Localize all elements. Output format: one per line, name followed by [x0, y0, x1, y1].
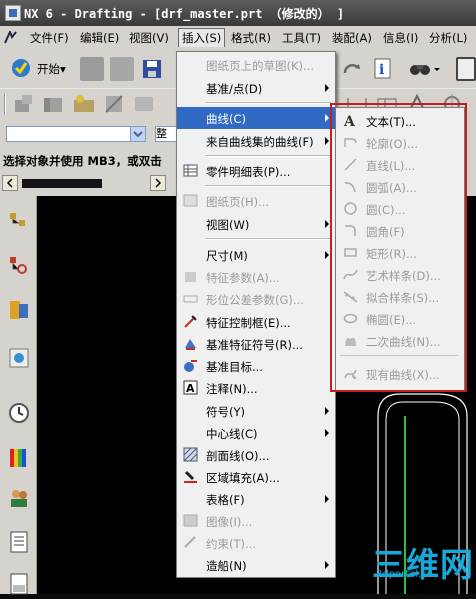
constraints-icon [183, 535, 198, 550]
menu-item-centerline[interactable]: 中心线(C) [177, 422, 335, 444]
menu-format[interactable]: 格式(R) [231, 30, 271, 46]
sheet-template-icon[interactable] [7, 572, 31, 596]
part-navigator-icon[interactable] [7, 298, 31, 322]
dropdown-arrow-icon[interactable] [434, 68, 440, 71]
detail-view-icon[interactable] [132, 92, 156, 116]
submenu-arrow-icon [325, 84, 329, 92]
menu-item-image[interactable]: 图像(I)... [177, 510, 335, 532]
window-title: NX 6 - Drafting - [drf_master.prt （修改的） … [24, 7, 345, 21]
svg-text:A: A [186, 382, 195, 395]
menu-item-feature-parameters[interactable]: 特征参数(A)... [177, 266, 335, 288]
scroll-left-icon[interactable] [2, 175, 18, 191]
menu-item-datum-feature-symbol[interactable]: 基准特征符号(R)... [177, 333, 335, 355]
menu-item-view[interactable]: 视图(W) [177, 213, 335, 235]
menu-item-note[interactable]: A 注释(N)... [177, 377, 335, 399]
menu-item-parts-list[interactable]: 零件明细表(P)... [177, 160, 335, 182]
start-icon[interactable] [10, 57, 32, 79]
menu-item-datum-target[interactable]: 基准目标... [177, 355, 335, 377]
new-file-icon[interactable] [80, 57, 104, 81]
start-button[interactable]: 开始▾ [37, 61, 66, 77]
selection-scope-select[interactable]: 整 [155, 126, 177, 142]
menu-item-table[interactable]: 表格(F) [177, 488, 335, 510]
submenu-arrow-icon [325, 220, 329, 228]
folder-view-icon[interactable] [72, 92, 96, 116]
annotation-highlight-box [330, 103, 467, 392]
insert-menu: 图纸页上的草图(K)... 基准/点(D) 曲线(C) 来自曲线集的曲线(F) … [176, 51, 336, 578]
submenu-arrow-icon [325, 114, 329, 122]
assembly-navigator-icon[interactable] [7, 210, 31, 234]
menu-separator [205, 185, 331, 187]
nx-logo-icon [4, 29, 17, 44]
menu-item-feature-control-frame[interactable]: 特征控制框(E)... [177, 311, 335, 333]
information-icon[interactable]: i [372, 57, 396, 81]
history-clock-icon[interactable] [7, 401, 31, 425]
resource-bar [0, 196, 37, 596]
menu-view[interactable]: 视图(V) [129, 30, 169, 46]
type-filter-select[interactable] [6, 126, 146, 142]
menu-item-sheet[interactable]: 图纸页(H)... [177, 190, 335, 212]
parts-list-icon [183, 163, 198, 178]
submenu-arrow-icon [325, 429, 329, 437]
menu-edit[interactable]: 编辑(E) [80, 30, 119, 46]
menu-separator [205, 238, 331, 240]
cue-line-text: 选择对象并使用 MB3，或双击 [3, 154, 162, 168]
menu-information[interactable]: 信息(I) [383, 30, 418, 46]
menu-item-dimension[interactable]: 尺寸(M) [177, 244, 335, 266]
area-fill-icon [183, 469, 198, 484]
menu-tools[interactable]: 工具(T) [282, 30, 321, 46]
projected-view-icon[interactable] [102, 92, 126, 116]
binoculars-icon[interactable] [408, 57, 432, 81]
datum-target-icon [183, 358, 198, 373]
feature-parameters-icon [183, 269, 198, 284]
menu-separator [205, 102, 331, 104]
menu-separator [205, 155, 331, 157]
gdt-parameters-icon [183, 291, 198, 306]
open-file-icon[interactable] [110, 57, 134, 81]
save-icon[interactable] [140, 57, 164, 81]
menu-item-gdt-parameters[interactable]: 形位公差参数(G)... [177, 288, 335, 310]
drawing-templates-icon[interactable] [7, 530, 31, 554]
chevron-down-icon[interactable] [130, 127, 145, 141]
hatch-icon [183, 447, 198, 462]
note-A-icon: A [183, 380, 198, 395]
menu-item-symbol[interactable]: 符号(Y) [177, 400, 335, 422]
redo-icon[interactable] [340, 57, 364, 81]
reuse-library-icon[interactable] [7, 346, 31, 370]
scroll-right-icon[interactable] [150, 175, 166, 191]
submenu-arrow-icon [325, 561, 329, 569]
display-icon[interactable] [456, 57, 476, 81]
menu-item-area-fill[interactable]: 区域填充(A)... [177, 466, 335, 488]
menu-item-shipbuilding[interactable]: 造船(N) [177, 554, 335, 576]
menu-insert[interactable]: 插入(S) [178, 28, 226, 47]
svg-text:i: i [379, 62, 384, 78]
roles-icon[interactable] [7, 486, 31, 510]
menu-item-hatch[interactable]: 剖面线(O)... [177, 444, 335, 466]
submenu-arrow-icon [325, 251, 329, 259]
sheet-icon [183, 193, 198, 208]
menu-item-datum-point[interactable]: 基准/点(D) [177, 77, 335, 99]
toolbar-grip [4, 93, 6, 115]
menu-file[interactable]: 文件(F) [30, 30, 69, 46]
menu-item-sketch-on-sheet[interactable]: 图纸页上的草图(K)... [177, 54, 335, 76]
color-palette-icon[interactable] [7, 446, 31, 470]
menu-item-curve-from-curves[interactable]: 来自曲线集的曲线(F) [177, 130, 335, 152]
feature-control-frame-icon [183, 314, 198, 329]
datum-feature-symbol-icon [183, 336, 198, 351]
menu-analysis[interactable]: 分析(L) [429, 30, 467, 46]
menu-item-curve[interactable]: 曲线(C) [177, 107, 335, 129]
add-view-icon[interactable] [12, 92, 36, 116]
submenu-arrow-icon [325, 137, 329, 145]
base-view-icon[interactable] [42, 92, 66, 116]
image-icon [183, 513, 198, 528]
watermark-url: 3dportal.cn [376, 569, 434, 580]
menu-bar: 文件(F) 编辑(E) 视图(V) 插入(S) 格式(R) 工具(T) 装配(A… [0, 26, 476, 51]
menu-assembly[interactable]: 装配(A) [332, 30, 372, 46]
menu-item-constraints[interactable]: 约束(T)... [177, 532, 335, 554]
submenu-arrow-icon [325, 407, 329, 415]
submenu-arrow-icon [325, 495, 329, 503]
constraint-navigator-icon[interactable] [7, 254, 31, 278]
scrollbar-thumb[interactable] [22, 179, 102, 188]
title-bar: NX 6 - Drafting - [drf_master.prt （修改的） … [0, 0, 476, 26]
app-icon [5, 5, 21, 21]
